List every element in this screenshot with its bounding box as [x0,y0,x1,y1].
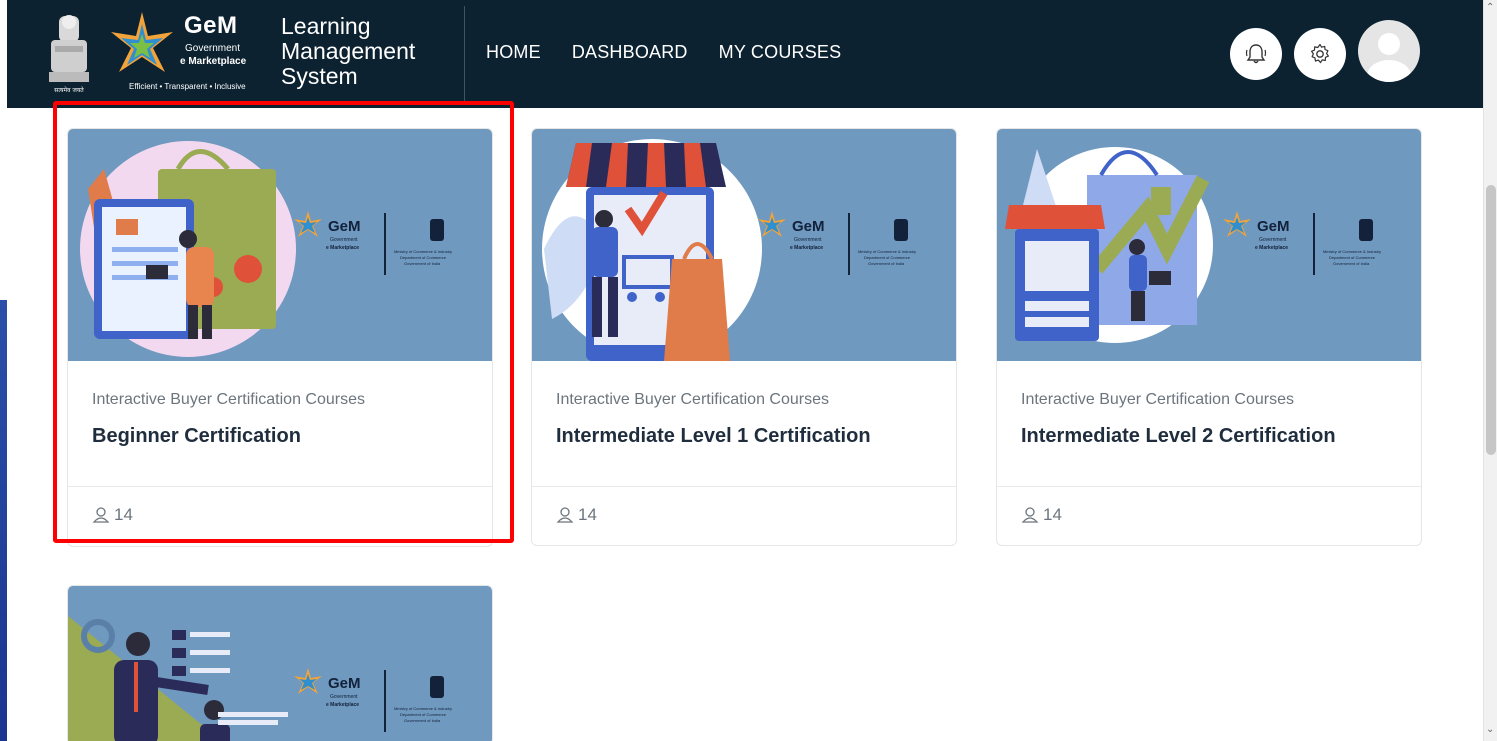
course-illustration: GeM Government e Marketplace Ministry of… [542,139,916,361]
main-nav: HOME DASHBOARD MY COURSES [486,42,841,63]
svg-text:e Marketplace: e Marketplace [326,702,359,708]
course-illustration: GeM Government e Marketplace Ministry of… [68,616,452,741]
course-card-beginner[interactable]: GeM Government e Marketplace Ministry of… [67,128,493,547]
svg-text:Government: Government [330,694,358,700]
gear-icon [1311,43,1329,64]
gem-government-text: Government [185,43,241,54]
svg-text:Department of Commerce: Department of Commerce [400,712,447,717]
svg-text:Ministry of Commerce & Industr: Ministry of Commerce & Industry [1323,249,1381,254]
course-enrolled-value: 14 [1043,505,1062,524]
svg-text:e Marketplace: e Marketplace [1255,245,1288,251]
course-category: Interactive Buyer Certification Courses [556,391,829,408]
course-card-advanced[interactable]: GeM Government e Marketplace Ministry of… [67,585,493,741]
nav-dashboard[interactable]: DASHBOARD [572,42,688,63]
course-image-intermediate-2: GeM Government e Marketplace Ministry of… [997,129,1421,361]
svg-text:Ministry of Commerce & Industr: Ministry of Commerce & Industry [858,249,916,254]
lms-page: सत्यमेव जयते GeM Government e Marketplac… [0,0,1497,741]
user-icon [556,507,574,523]
svg-text:Department of Commerce: Department of Commerce [1329,255,1376,260]
gem-marketplace-text: e Marketplace [180,56,247,67]
scroll-up-arrow-icon[interactable]: ⌃ [1486,2,1494,13]
notifications-button[interactable] [1230,28,1282,80]
svg-text:Ministry of Commerce & Industr: Ministry of Commerce & Industry [394,249,452,254]
course-enrolled-value: 14 [114,505,133,524]
course-enrolled-count: 14 [92,505,133,525]
svg-text:Government of India: Government of India [868,261,905,266]
svg-text:Government: Government [794,237,822,243]
course-title[interactable]: Intermediate Level 1 Certification [556,425,871,448]
gem-star-icon [111,12,173,72]
svg-text:Government: Government [330,237,358,243]
course-illustration: GeM Government e Marketplace Ministry of… [80,141,452,357]
lms-title-line3: System [281,63,358,89]
course-enrolled-count: 14 [1021,505,1062,525]
gem-brand-text: GeM [184,12,238,39]
svg-text:Department of Commerce: Department of Commerce [400,255,447,260]
bell-icon [1245,44,1267,64]
user-silhouette-icon [1367,33,1411,82]
top-navbar: सत्यमेव जयते GeM Government e Marketplac… [7,0,1483,108]
course-title[interactable]: Intermediate Level 2 Certification [1021,425,1336,448]
gem-tagline: Efficient • Transparent • Inclusive [129,82,246,91]
svg-text:Ministry of Commerce & Industr: Ministry of Commerce & Industry [394,706,452,711]
header-divider [464,6,465,102]
svg-text:Government of India: Government of India [404,261,441,266]
nav-home[interactable]: HOME [486,42,541,63]
national-emblem-icon: सत्यमेव जयते [49,15,89,94]
svg-text:GeM: GeM [328,675,361,692]
course-category: Interactive Buyer Certification Courses [1021,391,1294,408]
card-divider [68,486,492,487]
svg-text:Government of India: Government of India [1333,261,1370,266]
svg-text:Government of India: Government of India [404,718,441,723]
card-divider [532,486,956,487]
gem-logo[interactable]: GeM Government e Marketplace Efficient •… [107,8,265,96]
svg-text:Department of Commerce: Department of Commerce [864,255,911,260]
course-image-advanced: GeM Government e Marketplace Ministry of… [68,586,492,741]
card-divider [997,486,1421,487]
svg-text:e Marketplace: e Marketplace [326,245,359,251]
svg-text:Government: Government [1259,237,1287,243]
course-card-intermediate-2[interactable]: GeM Government e Marketplace Ministry of… [996,128,1422,546]
lms-title: Learning Management System [281,14,461,89]
course-enrolled-value: 14 [578,505,597,524]
course-enrolled-count: 14 [556,505,597,525]
course-image-beginner: GeM Government e Marketplace Ministry of… [68,129,492,361]
lms-title-line2: Management [281,38,416,64]
course-card-intermediate-1[interactable]: GeM Government e Marketplace Ministry of… [531,128,957,546]
user-avatar[interactable] [1358,20,1420,82]
settings-button[interactable] [1294,28,1346,80]
svg-text:e Marketplace: e Marketplace [790,245,823,251]
emblem-text: सत्यमेव जयते [54,86,84,94]
svg-text:GeM: GeM [1257,218,1290,235]
svg-text:GeM: GeM [792,218,825,235]
course-image-intermediate-1: GeM Government e Marketplace Ministry of… [532,129,956,361]
scrollbar-thumb[interactable] [1486,185,1496,455]
vertical-scrollbar[interactable]: ⌃ ⌄ [1483,0,1497,741]
user-icon [1021,507,1039,523]
lms-title-line1: Learning [281,13,371,39]
left-edge-strip [0,300,7,741]
course-illustration: GeM Government e Marketplace Ministry of… [1005,147,1381,343]
user-icon [92,507,110,523]
nav-my-courses[interactable]: MY COURSES [719,42,842,63]
course-category: Interactive Buyer Certification Courses [92,391,365,408]
svg-text:GeM: GeM [328,218,361,235]
scroll-down-arrow-icon[interactable]: ⌄ [1486,724,1494,735]
course-title[interactable]: Beginner Certification [92,425,301,448]
